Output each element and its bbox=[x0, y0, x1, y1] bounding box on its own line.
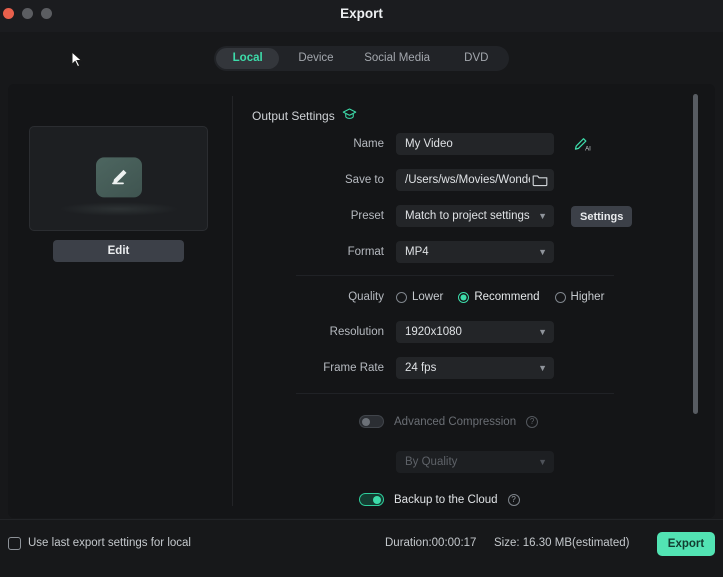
export-button[interactable]: Export bbox=[657, 532, 715, 556]
chevron-down-icon: ▼ bbox=[538, 456, 547, 467]
tab-device[interactable]: Device bbox=[283, 48, 348, 69]
save-to-input[interactable] bbox=[396, 169, 554, 191]
window-title: Export bbox=[340, 6, 383, 21]
frame-rate-select[interactable]: 24 fps ▼ bbox=[396, 357, 554, 379]
settings-scrollbar[interactable] bbox=[693, 94, 698, 414]
svg-text:AI: AI bbox=[585, 145, 591, 152]
duration-text: Duration:00:00:17 bbox=[385, 537, 477, 549]
toggle-knob bbox=[362, 417, 370, 426]
frame-rate-row: Frame Rate 24 fps ▼ bbox=[290, 357, 554, 379]
export-target-tabs: Local Device Social Media DVD bbox=[214, 46, 509, 71]
pencil-edit-icon bbox=[95, 156, 142, 197]
frame-rate-value: 24 fps bbox=[405, 362, 437, 374]
radio-icon bbox=[554, 291, 566, 303]
panel-divider bbox=[232, 96, 233, 506]
name-label: Name bbox=[353, 138, 384, 150]
compression-mode-row: By Quality ▼ bbox=[396, 451, 554, 473]
preset-select[interactable]: Match to project settings ▼ bbox=[396, 205, 554, 227]
title-bar: Export bbox=[0, 0, 723, 32]
quality-option-higher-label: Higher bbox=[570, 291, 605, 303]
folder-icon[interactable] bbox=[532, 173, 548, 187]
resolution-value: 1920x1080 bbox=[405, 326, 462, 338]
chevron-down-icon: ▼ bbox=[538, 362, 547, 373]
advanced-compression-toggle[interactable] bbox=[359, 415, 384, 428]
preset-value: Match to project settings bbox=[405, 210, 530, 222]
preset-row: Preset Match to project settings ▼ bbox=[290, 205, 554, 227]
edit-button[interactable]: Edit bbox=[53, 240, 184, 262]
preset-settings-button[interactable]: Settings bbox=[571, 206, 633, 227]
advanced-compression-label: Advanced Compression bbox=[394, 415, 517, 428]
divider-after-format bbox=[296, 275, 614, 276]
radio-icon-selected bbox=[458, 291, 470, 303]
export-dialog: Export Local Device Social Media DVD Edi… bbox=[0, 0, 723, 577]
chevron-down-icon: ▼ bbox=[538, 246, 547, 257]
format-select[interactable]: MP4 ▼ bbox=[396, 241, 554, 263]
help-circle-icon[interactable]: ? bbox=[507, 493, 520, 506]
compression-mode-value: By Quality bbox=[405, 456, 458, 468]
backup-to-cloud-label: Backup to the Cloud bbox=[394, 493, 498, 506]
preview-reflection bbox=[58, 202, 179, 216]
quality-option-recommend-label: Recommend bbox=[474, 291, 540, 303]
graduation-cap-icon[interactable] bbox=[342, 107, 357, 124]
quality-row: Quality Lower Recommend Higher bbox=[290, 291, 604, 303]
quality-label: Quality bbox=[348, 291, 384, 303]
radio-icon bbox=[396, 291, 407, 303]
save-to-label: Save to bbox=[345, 174, 384, 186]
divider-after-frame-rate bbox=[296, 393, 614, 394]
name-row: Name AI bbox=[290, 133, 592, 155]
output-settings-title: Output Settings bbox=[252, 107, 357, 124]
quality-option-recommend[interactable]: Recommend bbox=[458, 291, 540, 303]
use-last-settings-checkbox[interactable] bbox=[8, 537, 21, 550]
frame-rate-label: Frame Rate bbox=[323, 362, 384, 374]
video-preview[interactable] bbox=[29, 126, 208, 231]
quality-option-lower-label: Lower bbox=[412, 291, 444, 303]
tab-dvd[interactable]: DVD bbox=[446, 48, 507, 69]
backup-to-cloud-row: Backup to the Cloud ? bbox=[359, 493, 520, 506]
format-label: Format bbox=[347, 246, 384, 258]
size-text: Size: 16.30 MB(estimated) bbox=[494, 537, 630, 549]
toggle-knob bbox=[373, 495, 381, 504]
output-settings-label: Output Settings bbox=[252, 108, 335, 123]
backup-to-cloud-toggle[interactable] bbox=[359, 493, 384, 506]
ai-pencil-icon[interactable]: AI bbox=[572, 136, 592, 153]
resolution-label: Resolution bbox=[329, 326, 384, 338]
mouse-cursor bbox=[71, 50, 83, 68]
tab-social-media[interactable]: Social Media bbox=[353, 48, 442, 69]
use-last-settings-label: Use last export settings for local bbox=[28, 537, 191, 549]
save-to-row: Save to bbox=[290, 169, 554, 191]
preset-label: Preset bbox=[350, 210, 384, 222]
chevron-down-icon: ▼ bbox=[538, 210, 547, 221]
chevron-down-icon: ▼ bbox=[538, 326, 547, 337]
compression-mode-select[interactable]: By Quality ▼ bbox=[396, 451, 554, 473]
format-value: MP4 bbox=[405, 246, 429, 258]
quality-radio-group: Lower Recommend Higher bbox=[396, 291, 604, 303]
name-input[interactable] bbox=[396, 133, 554, 155]
advanced-compression-row: Advanced Compression ? bbox=[359, 415, 539, 428]
resolution-select[interactable]: 1920x1080 ▼ bbox=[396, 321, 554, 343]
format-row: Format MP4 ▼ bbox=[290, 241, 554, 263]
help-circle-icon[interactable]: ? bbox=[526, 415, 539, 428]
resolution-row: Resolution 1920x1080 ▼ bbox=[290, 321, 554, 343]
tab-local[interactable]: Local bbox=[216, 48, 280, 69]
quality-option-lower[interactable]: Lower bbox=[396, 291, 443, 303]
quality-option-higher[interactable]: Higher bbox=[554, 291, 605, 303]
